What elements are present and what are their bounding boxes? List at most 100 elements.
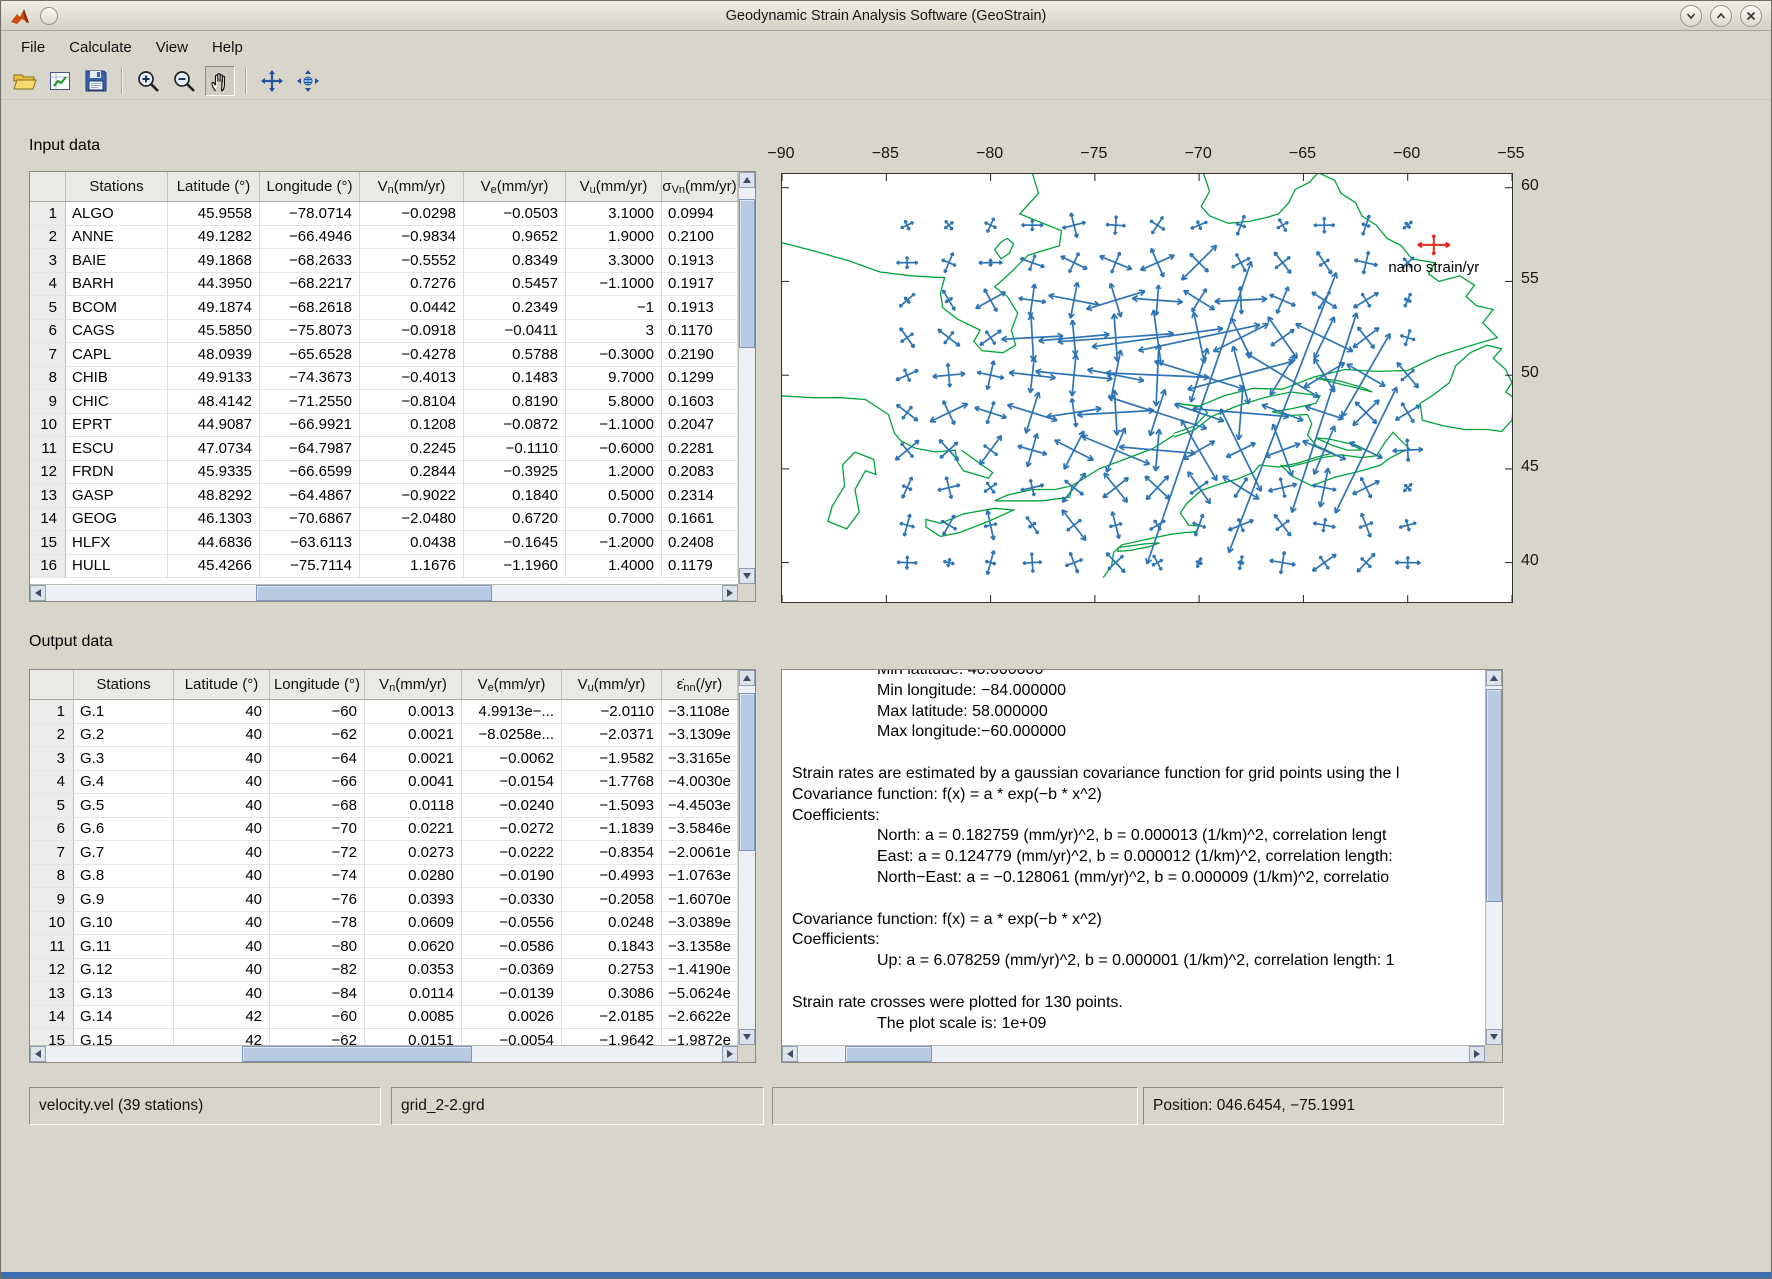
cell[interactable]: 40 xyxy=(174,841,270,865)
cell[interactable]: 0.2349 xyxy=(464,296,566,320)
cell[interactable]: −78 xyxy=(270,912,365,936)
cell[interactable]: BARH xyxy=(66,273,168,297)
cell[interactable]: 0.0393 xyxy=(365,888,462,912)
cell[interactable]: G.6 xyxy=(74,818,174,842)
table-row[interactable]: 11ESCU47.0734−64.79870.2245−0.1110−0.600… xyxy=(30,437,738,461)
table-row[interactable]: 8G.840−740.0280−0.0190−0.4993−1.0763e xyxy=(30,865,738,889)
scroll-track[interactable] xyxy=(46,585,722,601)
cell[interactable]: −65.6528 xyxy=(260,343,360,367)
cell[interactable]: −2.0371 xyxy=(562,724,662,748)
cell[interactable]: −1.5093 xyxy=(562,794,662,818)
cell[interactable]: −0.0054 xyxy=(462,1029,562,1045)
cell[interactable]: −63.6113 xyxy=(260,531,360,555)
cell[interactable]: −0.0369 xyxy=(462,959,562,983)
cell[interactable]: −62 xyxy=(270,1029,365,1045)
cell[interactable]: G.7 xyxy=(74,841,174,865)
scroll-down-button[interactable] xyxy=(739,568,755,584)
cell[interactable]: 40 xyxy=(174,794,270,818)
cell[interactable]: −0.8104 xyxy=(360,390,464,414)
table-row[interactable]: 8CHIB49.9133−74.3673−0.40130.14839.70000… xyxy=(30,367,738,391)
cell[interactable]: 0.1917 xyxy=(662,273,738,297)
table-row[interactable]: 13G.1340−840.0114−0.01390.3086−5.0624e xyxy=(30,982,738,1006)
cell[interactable]: −8.0258e... xyxy=(462,724,562,748)
cell[interactable]: −0.6000 xyxy=(566,437,662,461)
cell[interactable]: 0.0280 xyxy=(365,865,462,889)
cell[interactable]: 48.0939 xyxy=(168,343,260,367)
cell[interactable]: 42 xyxy=(174,1029,270,1045)
cell[interactable]: −2.0185 xyxy=(562,1006,662,1030)
cell[interactable]: CAGS xyxy=(66,320,168,344)
cell[interactable]: −2.0110 xyxy=(562,700,662,724)
titlebar[interactable]: Geodynamic Strain Analysis Software (Geo… xyxy=(1,1,1771,31)
cell[interactable]: EPRT xyxy=(66,414,168,438)
cell[interactable]: −4.4503e xyxy=(662,794,738,818)
scroll-right-button[interactable] xyxy=(722,1046,738,1062)
cell[interactable]: −0.0918 xyxy=(360,320,464,344)
scroll-left-button[interactable] xyxy=(782,1046,798,1062)
cell[interactable]: 0.0248 xyxy=(562,912,662,936)
cell[interactable]: −1.6070e xyxy=(662,888,738,912)
cell[interactable]: 40 xyxy=(174,771,270,795)
log-hscrollbar[interactable] xyxy=(782,1045,1485,1062)
cell[interactable]: ANNE xyxy=(66,226,168,250)
cell[interactable]: G.14 xyxy=(74,1006,174,1030)
cell[interactable]: HULL xyxy=(66,555,168,579)
window-menu-button[interactable] xyxy=(40,7,58,25)
menu-help[interactable]: Help xyxy=(200,34,255,61)
table-row[interactable]: 5BCOM49.1874−68.26180.04420.2349−10.1913 xyxy=(30,296,738,320)
cell[interactable]: 0.1603 xyxy=(662,390,738,414)
cell[interactable]: 0.0151 xyxy=(365,1029,462,1045)
cell[interactable]: 40 xyxy=(174,865,270,889)
table-row[interactable]: 5G.540−680.0118−0.0240−1.5093−4.4503e xyxy=(30,794,738,818)
cell[interactable]: −2.0480 xyxy=(360,508,464,532)
cell[interactable]: 0.1661 xyxy=(662,508,738,532)
scroll-down-button[interactable] xyxy=(739,1029,755,1045)
cell[interactable]: G.5 xyxy=(74,794,174,818)
table-row[interactable]: 4BARH44.3950−68.22170.72760.5457−1.10000… xyxy=(30,273,738,297)
table-row[interactable]: 15G.1542−620.0151−0.0054−1.9642−1.9872e xyxy=(30,1029,738,1045)
cell[interactable]: −0.0190 xyxy=(462,865,562,889)
cell[interactable]: 45.5850 xyxy=(168,320,260,344)
output-table-vscrollbar[interactable] xyxy=(738,670,755,1045)
cell[interactable]: 5.8000 xyxy=(566,390,662,414)
cell[interactable]: 44.6836 xyxy=(168,531,260,555)
cell[interactable]: 0.0620 xyxy=(365,935,462,959)
cell[interactable]: −0.0154 xyxy=(462,771,562,795)
cell[interactable]: −68.2618 xyxy=(260,296,360,320)
table-row[interactable]: 13GASP48.8292−64.4867−0.90220.18400.5000… xyxy=(30,484,738,508)
table-row[interactable]: 7CAPL48.0939−65.6528−0.42780.5788−0.3000… xyxy=(30,343,738,367)
cell[interactable]: 40 xyxy=(174,912,270,936)
cell[interactable]: −82 xyxy=(270,959,365,983)
shade-button[interactable] xyxy=(1680,5,1702,27)
table-row[interactable]: 15HLFX44.6836−63.61130.0438−0.1645−1.200… xyxy=(30,531,738,555)
cell[interactable]: 0.2245 xyxy=(360,437,464,461)
cell[interactable]: 44.3950 xyxy=(168,273,260,297)
table-row[interactable]: 4G.440−660.0041−0.0154−1.7768−4.0030e xyxy=(30,771,738,795)
cell[interactable]: 0.0609 xyxy=(365,912,462,936)
strain-map[interactable]: nano strain/yr xyxy=(782,174,1512,602)
cell[interactable]: 0.1843 xyxy=(562,935,662,959)
cell[interactable]: −78.0714 xyxy=(260,202,360,226)
cell[interactable]: BCOM xyxy=(66,296,168,320)
cell[interactable]: 0.2408 xyxy=(662,531,738,555)
scroll-thumb[interactable] xyxy=(845,1046,932,1062)
cell[interactable]: −4.0030e xyxy=(662,771,738,795)
table-row[interactable]: 3G.340−640.0021−0.0062−1.9582−3.3165e xyxy=(30,747,738,771)
cell[interactable]: −74.3673 xyxy=(260,367,360,391)
cell[interactable]: −64.7987 xyxy=(260,437,360,461)
scroll-track[interactable] xyxy=(1486,686,1502,1029)
cell[interactable]: 0.0438 xyxy=(360,531,464,555)
cell[interactable]: 0.6720 xyxy=(464,508,566,532)
table-row[interactable]: 11G.1140−800.0620−0.05860.1843−3.1358e xyxy=(30,935,738,959)
cell[interactable]: −0.4278 xyxy=(360,343,464,367)
cell[interactable]: 45.4266 xyxy=(168,555,260,579)
cell[interactable]: GASP xyxy=(66,484,168,508)
cell[interactable]: 0.5457 xyxy=(464,273,566,297)
cell[interactable]: −1.9582 xyxy=(562,747,662,771)
cell[interactable]: 40 xyxy=(174,747,270,771)
table-row[interactable]: 6G.640−700.0221−0.0272−1.1839−3.5846e xyxy=(30,818,738,842)
cell[interactable]: 0.3086 xyxy=(562,982,662,1006)
cell[interactable]: −0.0298 xyxy=(360,202,464,226)
table-row[interactable]: 9CHIC48.4142−71.2550−0.81040.81905.80000… xyxy=(30,390,738,414)
table-row[interactable]: 16HULL45.4266−75.71141.1676−1.19601.4000… xyxy=(30,555,738,579)
